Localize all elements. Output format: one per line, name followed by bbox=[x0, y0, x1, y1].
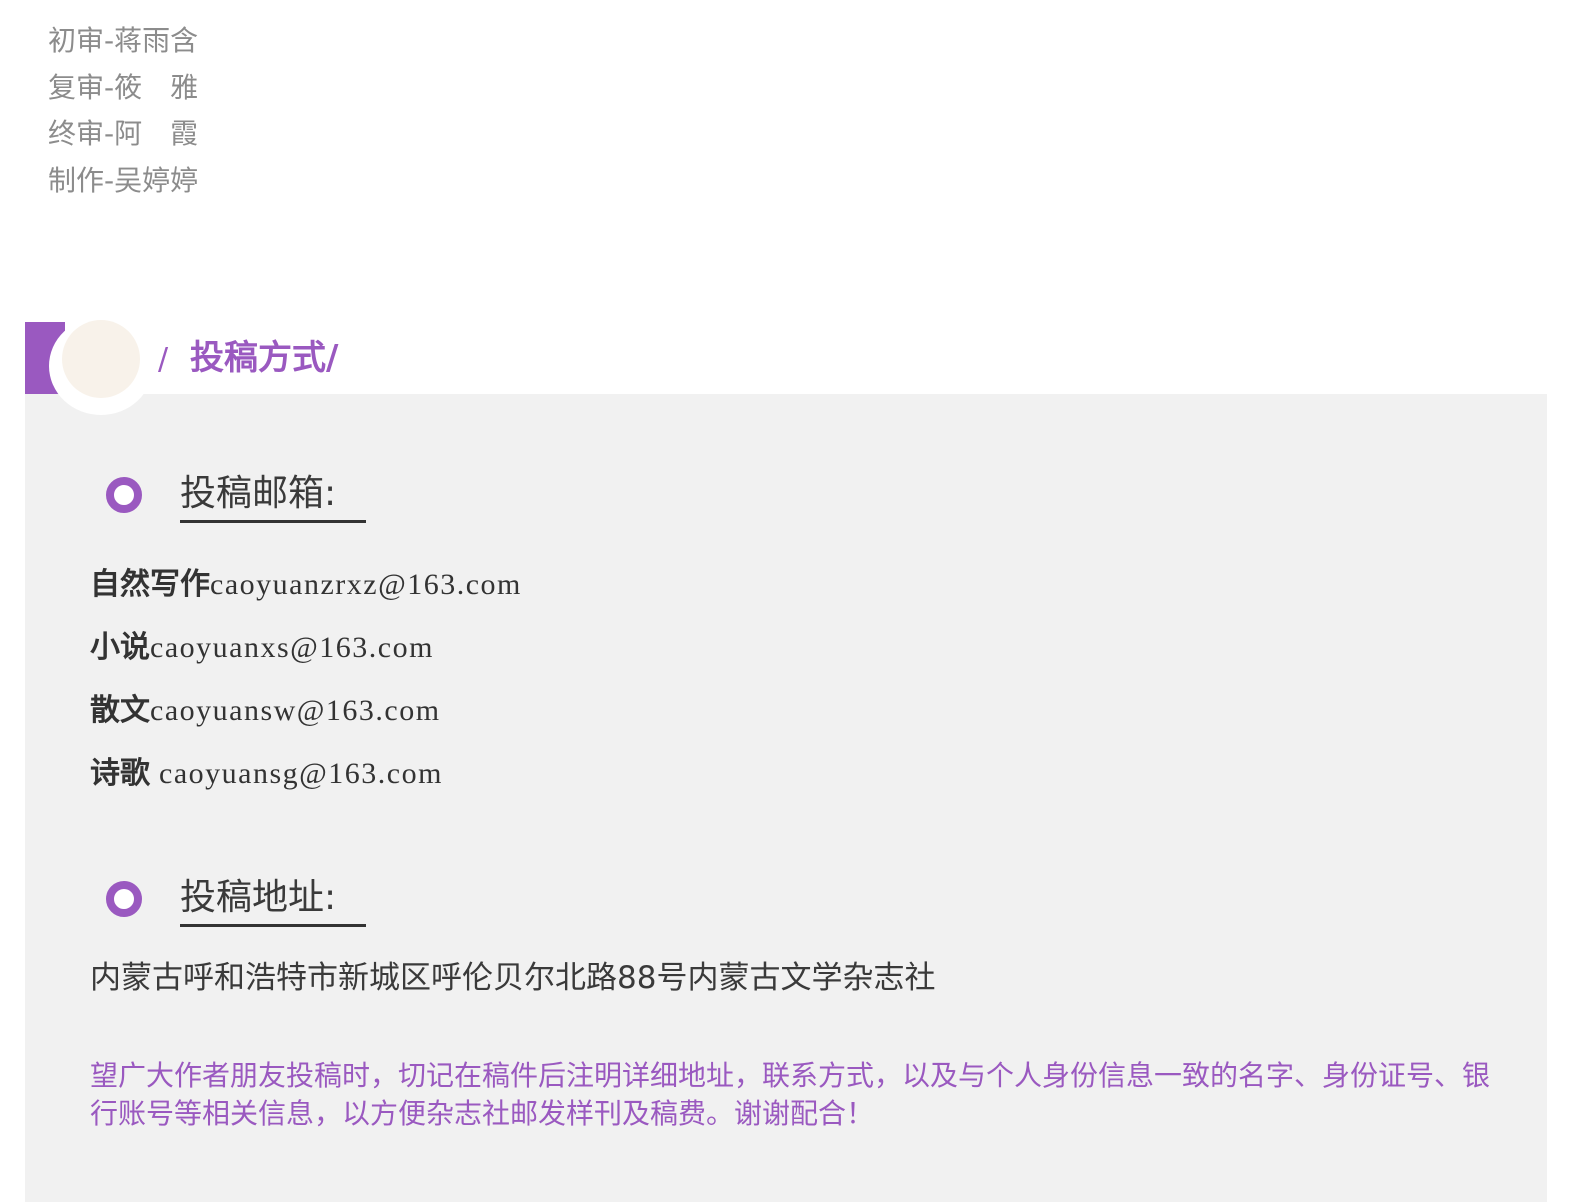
email-category: 自然写作 bbox=[90, 567, 210, 602]
section-header-title: 投稿方式/ bbox=[190, 338, 339, 378]
email-row-poetry: 诗歌 caoyuansg@163.com bbox=[90, 754, 443, 794]
address-section-title: 投稿地址: bbox=[180, 876, 366, 927]
email-address[interactable]: caoyuansw@163.com bbox=[150, 694, 441, 727]
credit-production: 制作-吴婷婷 bbox=[48, 163, 199, 197]
email-row-fiction: 小说caoyuanxs@163.com bbox=[90, 628, 434, 668]
credit-first-review: 初审-蒋雨含 bbox=[48, 24, 199, 57]
submission-note: 望广大作者朋友投稿时，切记在稿件后注明详细地址，联系方式，以及与个人身份信息一致… bbox=[90, 1059, 1491, 1130]
email-section-title: 投稿邮箱: bbox=[180, 472, 366, 523]
credits-block: 初审-蒋雨含 复审-筱 雅 终审-阿 霞 制作-吴婷婷 bbox=[48, 18, 198, 204]
credit-second-review: 复审-筱 雅 bbox=[48, 70, 199, 104]
email-category: 散文 bbox=[90, 693, 150, 728]
email-row-nature-writing: 自然写作caoyuanzrxz@163.com bbox=[90, 565, 522, 605]
email-category: 诗歌 bbox=[90, 756, 150, 791]
email-row-prose: 散文caoyuansw@163.com bbox=[90, 691, 441, 731]
credit-final-review: 终审-阿 霞 bbox=[48, 117, 199, 150]
email-category: 小说 bbox=[90, 630, 150, 665]
bullet-dot-icon bbox=[106, 477, 142, 513]
header-circle-icon bbox=[62, 320, 140, 398]
bullet-dot-icon bbox=[106, 881, 142, 917]
header-slash: / bbox=[158, 342, 169, 377]
postal-address: 内蒙古呼和浩特市新城区呼伦贝尔北路88号内蒙古文学杂志社 bbox=[90, 960, 936, 996]
email-address[interactable]: caoyuanxs@163.com bbox=[150, 631, 434, 664]
email-address[interactable]: caoyuanzrxz@163.com bbox=[210, 568, 522, 601]
email-address[interactable]: caoyuansg@163.com bbox=[150, 757, 443, 790]
